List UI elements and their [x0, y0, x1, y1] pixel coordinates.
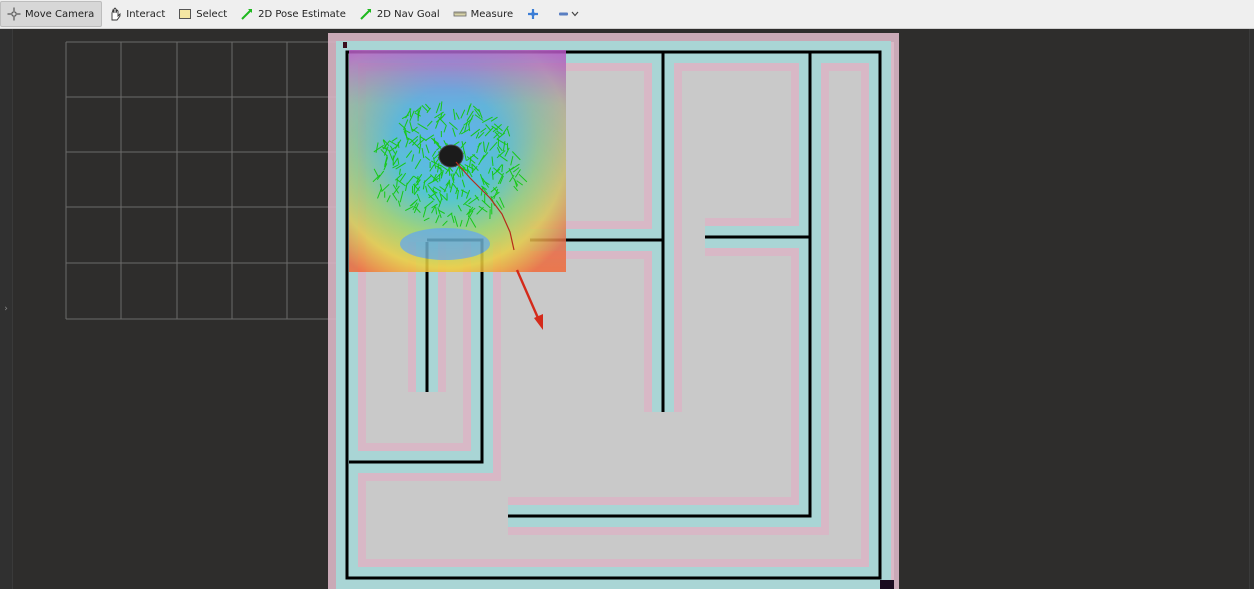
pose-estimate-tool[interactable]: 2D Pose Estimate [234, 1, 353, 27]
remove-tool-button[interactable] [551, 1, 592, 27]
rviz-toolbar: Move Camera Interact Select 2D Pose Esti… [0, 0, 1254, 29]
measure-label: Measure [470, 8, 514, 20]
add-tool-button[interactable] [520, 1, 551, 27]
green-arrow-icon [240, 7, 254, 21]
select-box-icon [178, 7, 192, 21]
measure-tool[interactable]: Measure [447, 1, 521, 27]
scene-render[interactable] [0, 29, 1254, 589]
nav-goal-label: 2D Nav Goal [376, 8, 440, 20]
3d-viewport[interactable]: › [0, 29, 1254, 589]
interact-tool[interactable]: Interact [102, 1, 172, 27]
select-tool[interactable]: Select [172, 1, 234, 27]
move-camera-label: Move Camera [25, 8, 95, 20]
pose-estimate-label: 2D Pose Estimate [258, 8, 346, 20]
ruler-icon [453, 7, 467, 21]
select-label: Select [196, 8, 228, 20]
minus-dropdown-icon [557, 7, 581, 21]
green-arrow-icon [359, 7, 373, 21]
crosshair-plus-icon [526, 7, 540, 21]
particle-arrow [440, 167, 442, 177]
hand-icon [108, 7, 122, 21]
nav-goal-tool[interactable]: 2D Nav Goal [353, 1, 447, 27]
move-camera-icon [7, 7, 21, 21]
move-camera-tool[interactable]: Move Camera [0, 1, 103, 27]
robot-model [438, 144, 464, 168]
particle-arrow [491, 171, 494, 180]
interact-label: Interact [126, 8, 166, 20]
